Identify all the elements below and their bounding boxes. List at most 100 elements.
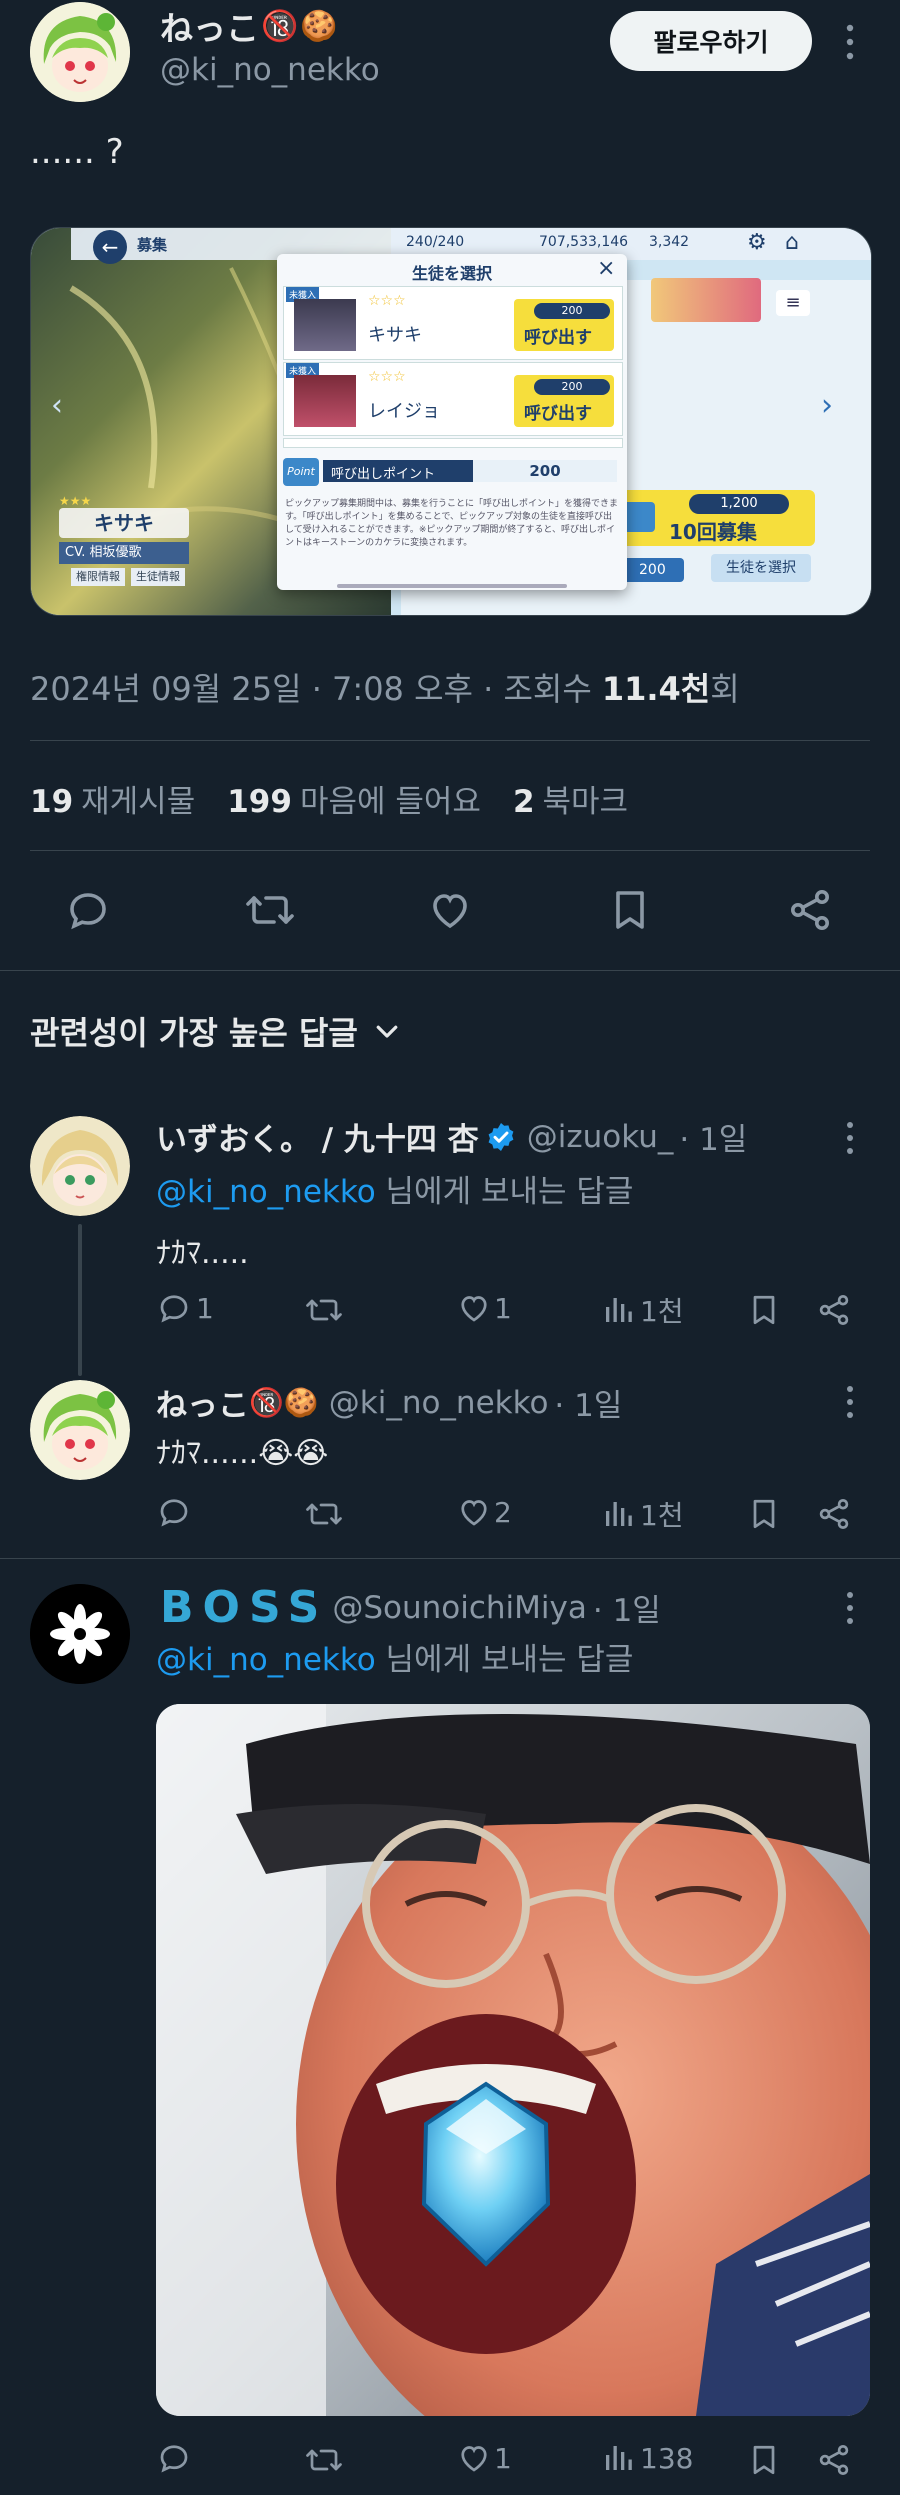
bookmarks-label[interactable]: 북마크 [543, 776, 629, 821]
reply-2-time[interactable]: · 1일 [554, 1380, 622, 1425]
reply-1-view-count: 1천 [640, 1295, 684, 1328]
reply-icon[interactable] [156, 2440, 192, 2476]
reply-3-handle[interactable]: @SounoichiMiya [332, 1590, 587, 1626]
share-icon[interactable] [816, 1292, 852, 1328]
divider [30, 850, 870, 851]
student-name: キサキ [368, 325, 422, 346]
retweet-icon[interactable] [304, 1496, 344, 1532]
reply-2-author-name[interactable]: ねっこ [156, 1380, 249, 1425]
game-credits: 707,533,146 [539, 234, 629, 250]
recruit-label: 10回募集 [669, 520, 757, 544]
views-icon [600, 1292, 636, 1328]
reply-3-avatar[interactable] [30, 1584, 130, 1684]
tweet-views-count[interactable]: 11.4천 [602, 664, 710, 710]
reply-3-like-button[interactable]: 1 [456, 2440, 512, 2476]
student-card[interactable]: 未獲入 ☆☆☆ キサキ 200 呼び出す [283, 286, 623, 360]
reply-3-more-icon[interactable] [840, 1588, 860, 1628]
likes-count[interactable]: 199 [227, 784, 292, 820]
main-author-avatar[interactable] [30, 2, 130, 102]
reply-1-time[interactable]: · 1일 [679, 1114, 747, 1159]
reply-3-media-image[interactable] [156, 1704, 870, 2416]
reply-1-reply-to-handle[interactable]: @ki_no_nekko [156, 1174, 376, 1210]
chevron-down-icon [372, 1016, 402, 1046]
prev-arrow-icon[interactable]: ‹ [51, 388, 63, 423]
reply-3-reply-to-handle[interactable]: @ki_no_nekko [156, 1642, 376, 1678]
adult-emoji: 🔞 [261, 8, 299, 44]
reply-3-author-name[interactable]: BOSS [160, 1582, 328, 1633]
character-btn-2[interactable]: 生徒情報 [131, 568, 185, 586]
bookmarks-count[interactable]: 2 [513, 784, 535, 820]
reply-1-author-name[interactable]: いずおく。 / 九十四 杏 [156, 1114, 479, 1159]
retweets-count[interactable]: 19 [30, 784, 73, 820]
main-author-handle[interactable]: @ki_no_nekko [160, 52, 380, 88]
reply-1-like-button[interactable]: 1 [456, 1290, 512, 1326]
student-card[interactable]: 未獲入 ☆☆☆ レイジョ 200 呼び出す [283, 362, 623, 436]
reply-sort-selector[interactable]: 관련성이 가장 높은 답글 [30, 1008, 402, 1054]
retweets-label[interactable]: 재게시물 [81, 776, 195, 821]
summon-button[interactable]: 200 呼び出す [514, 375, 614, 427]
tweet-media-image[interactable]: ← 募集 240/240 707,533,146 3,342 ⚙ ⌂ ≡ › ‹… [30, 227, 872, 616]
tweet-text: ...... ? [30, 132, 124, 172]
student-name: レイジョ [368, 401, 440, 422]
reply-1-reply-button[interactable]: 1 [156, 1290, 214, 1326]
game-settings-icon[interactable]: ⚙ [747, 230, 767, 255]
summon-button[interactable]: 200 呼び出す [514, 299, 614, 351]
reply-sort-label: 관련성이 가장 높은 답글 [30, 1014, 358, 1052]
bookmark-icon[interactable] [746, 2442, 782, 2478]
likes-label[interactable]: 마음에 들어요 [300, 776, 481, 821]
reply-1-more-icon[interactable] [840, 1118, 860, 1158]
game-home-icon[interactable]: ⌂ [785, 230, 799, 255]
dialog-title: 生徒を選択 [411, 264, 492, 283]
reply-2-like-button[interactable]: 2 [456, 1494, 512, 1530]
like-icon[interactable] [426, 886, 474, 934]
more-options-icon[interactable] [840, 20, 860, 64]
views-icon [600, 2440, 636, 2476]
reply-2-view-count: 1천 [640, 1499, 684, 1532]
bookmark-icon[interactable] [746, 1292, 782, 1328]
retweet-icon[interactable] [304, 2442, 344, 2478]
reply-3-time[interactable]: · 1일 [593, 1585, 661, 1630]
list-icon[interactable]: ≡ [776, 290, 810, 316]
reply-1-handle[interactable]: @izuoku_ [527, 1119, 674, 1155]
reply-2-views-button[interactable]: 1천 [600, 1494, 684, 1534]
dialog-close-icon[interactable]: × [597, 256, 615, 281]
recruit-small-num: 200 [621, 558, 684, 582]
reply-icon [156, 1290, 192, 1326]
reply-1-views-button[interactable]: 1천 [600, 1290, 684, 1330]
next-arrow-icon[interactable]: › [821, 388, 833, 423]
scroll-partial-card [283, 438, 623, 448]
character-cv: CV. 相坂優歌 [59, 542, 189, 564]
recruit-10-button[interactable]: 1,200 10回募集 [609, 490, 815, 546]
reply-3-like-count: 1 [494, 2441, 512, 2475]
reply-3-reply-to-suffix: 님에게 보내는 답글 [375, 1642, 634, 1678]
reply-2-avatar[interactable] [30, 1380, 130, 1480]
summon-cost: 200 [534, 303, 610, 319]
retweet-icon[interactable] [304, 1292, 344, 1328]
share-icon[interactable] [816, 1496, 852, 1532]
follow-button[interactable]: 팔로우하기 [610, 11, 812, 71]
share-icon[interactable] [816, 2442, 852, 2478]
game-ap: 240/240 [406, 234, 465, 250]
cookie-emoji: 🍪 [300, 8, 338, 44]
retweet-icon[interactable] [244, 886, 296, 934]
reply-icon[interactable] [156, 1494, 192, 1530]
main-author-name[interactable]: ねっこ [160, 2, 259, 50]
reply-icon[interactable] [64, 886, 112, 934]
reply-2-more-icon[interactable] [840, 1382, 860, 1422]
character-stars: ★★★ [59, 494, 92, 508]
reply-2-like-count: 2 [494, 1495, 512, 1529]
divider [0, 1558, 900, 1559]
cookie-emoji: 🍪 [283, 1386, 319, 1419]
select-student-button[interactable]: 生徒を選択 [711, 554, 811, 582]
reply-2-handle[interactable]: @ki_no_nekko [329, 1385, 549, 1421]
summon-label: 呼び出す [524, 328, 592, 348]
reply-3-views-button[interactable]: 138 [600, 2440, 693, 2476]
reply-1-avatar[interactable] [30, 1116, 130, 1216]
share-icon[interactable] [786, 886, 834, 934]
character-btn-1[interactable]: 権限情報 [71, 568, 125, 586]
bookmark-icon[interactable] [606, 886, 654, 934]
student-stars: ☆☆☆ [368, 369, 406, 385]
back-button[interactable]: ← [93, 230, 127, 264]
banner-thumb [651, 278, 761, 322]
bookmark-icon[interactable] [746, 1496, 782, 1532]
